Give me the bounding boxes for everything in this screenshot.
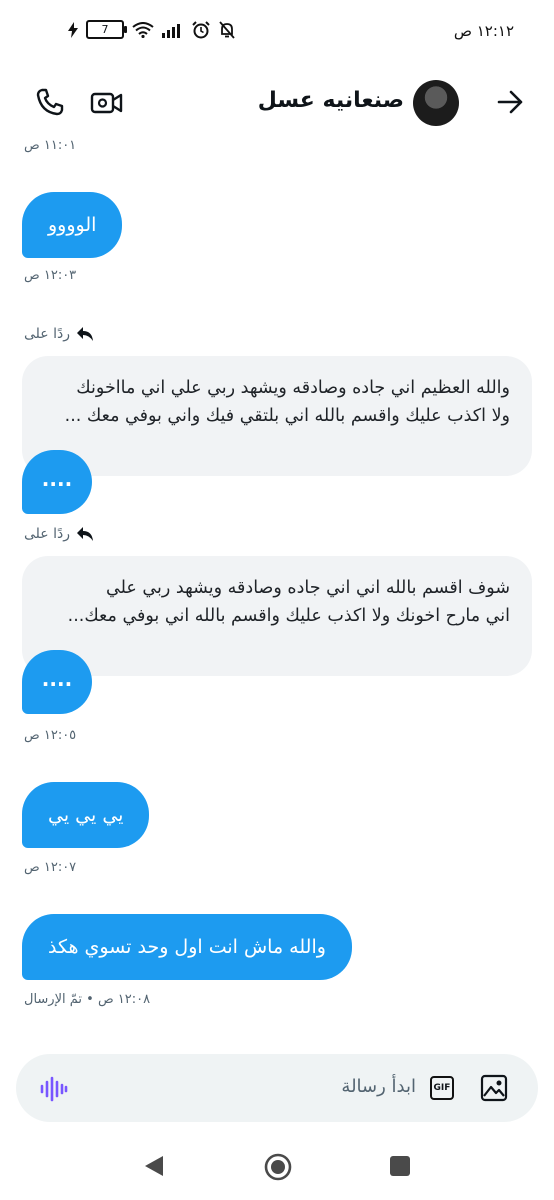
signal-icon: [162, 23, 180, 38]
nav-back-icon[interactable]: [143, 1154, 165, 1178]
mute-notification-icon: [219, 20, 235, 39]
quoted-message[interactable]: والله العظيم اني جاده وصادقه ويشهد ربي ع…: [22, 356, 532, 476]
reply-arrow-icon: [77, 327, 93, 341]
system-navigation-bar: [0, 1130, 554, 1200]
battery-icon: 7: [86, 20, 127, 39]
reply-label: ردًا على: [24, 326, 70, 342]
conversation-header: صنعانيه عسل: [0, 70, 554, 136]
quoted-message[interactable]: شوف اقسم بالله اني اني جاده وصادقه ويشهد…: [22, 556, 532, 676]
nav-recents-icon[interactable]: [390, 1156, 410, 1176]
message-timestamp: ١٢:٠٥ ص: [24, 728, 77, 743]
message-input[interactable]: ابدأ رسالة: [341, 1076, 416, 1097]
message-timestamp: ١١:٠١ ص: [24, 138, 77, 153]
back-arrow-icon[interactable]: [496, 88, 524, 116]
message-composer: ابدأ رسالة GIF: [16, 1054, 538, 1122]
quote-line: اني مارح اخونك ولا اكذب عليك واقسم بالله…: [67, 606, 510, 626]
quote-line: ولا اكذب عليك واقسم بالله اني بلتقي فيك …: [64, 406, 510, 426]
status-time: ١٢:١٢ ص: [453, 22, 514, 40]
message-status: ١٢:٠٨ ص • تمّ الإرسال: [24, 992, 151, 1007]
message-timestamp: ١٢:٠٣ ص: [24, 268, 77, 283]
contact-avatar[interactable]: [413, 80, 459, 126]
reply-indicator: ردًا على: [24, 326, 94, 342]
video-call-icon[interactable]: [90, 88, 124, 118]
status-icons: 7: [68, 20, 236, 39]
phone-call-icon[interactable]: [34, 86, 66, 118]
message-bubble[interactable]: ....: [22, 650, 92, 714]
reply-arrow-icon: [77, 527, 93, 541]
message-bubble[interactable]: والله ماش انت اول وحد تسوي هكذ: [22, 914, 352, 980]
message-bubble[interactable]: الوووو: [22, 192, 123, 258]
alarm-icon: [192, 20, 210, 38]
message-timestamp: ١٢:٠٧ ص: [24, 860, 77, 875]
quote-line: شوف اقسم بالله اني اني جاده وصادقه ويشهد…: [106, 578, 510, 598]
nav-home-icon[interactable]: [264, 1153, 292, 1181]
quote-line: والله العظيم اني جاده وصادقه ويشهد ربي ع…: [76, 378, 510, 398]
wifi-icon: [132, 21, 154, 38]
status-bar: 7 ١٢:١٢ ص: [0, 0, 554, 64]
battery-level: 7: [101, 23, 109, 36]
gif-button[interactable]: GIF: [430, 1076, 454, 1100]
reply-indicator: ردًا على: [24, 526, 94, 542]
message-bubble[interactable]: يي يي يي: [22, 782, 150, 848]
image-icon[interactable]: [480, 1074, 508, 1102]
voice-message-icon[interactable]: [40, 1076, 68, 1102]
reply-label: ردًا على: [24, 526, 70, 542]
charging-icon: [68, 21, 78, 38]
contact-name[interactable]: صنعانيه عسل: [258, 88, 404, 113]
message-bubble[interactable]: ....: [22, 450, 92, 514]
